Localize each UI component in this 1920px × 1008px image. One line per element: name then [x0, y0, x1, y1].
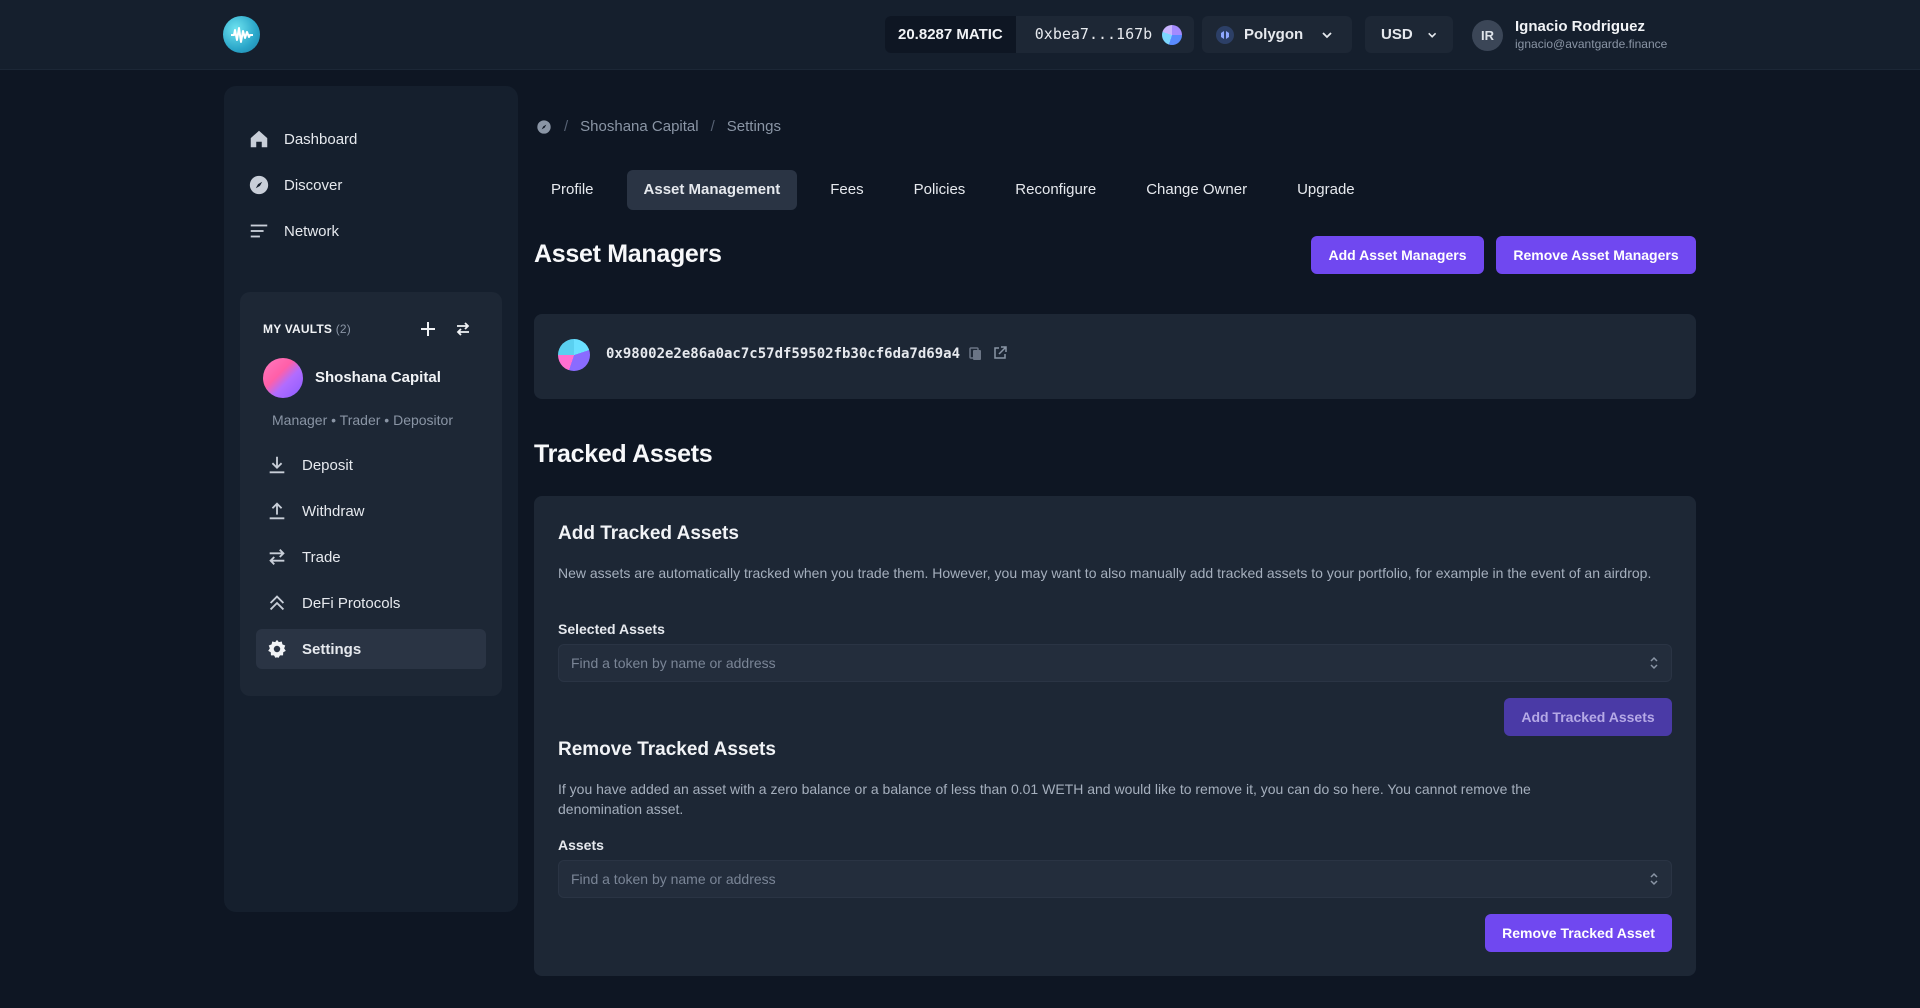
remove-tracked-asset-button[interactable]: Remove Tracked Asset: [1485, 914, 1672, 952]
tab-profile[interactable]: Profile: [534, 170, 611, 210]
nav-label: Dashboard: [284, 130, 358, 148]
nav-item-discover[interactable]: Discover: [248, 165, 488, 205]
vaults-title: MY VAULTS: [263, 322, 333, 336]
assets-select[interactable]: [558, 860, 1672, 898]
currency-label: USD: [1381, 26, 1413, 43]
selected-assets-label: Selected Assets: [558, 621, 665, 637]
download-icon: [269, 456, 285, 474]
tab-upgrade[interactable]: Upgrade: [1280, 170, 1372, 210]
compass-icon: [249, 175, 269, 195]
tracked-assets-card: Add Tracked Assets New assets are automa…: [534, 496, 1696, 976]
chevron-down-icon: [1427, 32, 1436, 38]
tab-reconfigure[interactable]: Reconfigure: [998, 170, 1113, 210]
add-asset-managers-button[interactable]: Add Asset Managers: [1311, 236, 1484, 274]
logo-wave-icon: [230, 26, 253, 43]
nav-item-dashboard[interactable]: Dashboard: [248, 119, 488, 159]
network-label: Polygon: [1244, 26, 1304, 43]
add-tracked-assets-button[interactable]: Add Tracked Assets: [1504, 698, 1672, 736]
wallet-identicon-icon: [1162, 24, 1183, 45]
chevron-down-icon: [1322, 31, 1332, 38]
vault-item-settings[interactable]: Settings: [256, 629, 486, 669]
network-select[interactable]: Polygon: [1202, 16, 1352, 53]
user-email: ignacio@avantgarde.finance: [1515, 37, 1668, 51]
polygon-icon: [1216, 25, 1234, 44]
vault-item-deposit[interactable]: Deposit: [256, 445, 486, 485]
chevron-updown-icon: [1650, 872, 1658, 886]
breadcrumb-separator: /: [564, 118, 569, 135]
vault-item-label: Deposit: [302, 456, 353, 474]
vault-roles: Manager • Trader • Depositor: [272, 412, 453, 428]
breadcrumb-separator: /: [710, 118, 715, 135]
asset-manager-card: 0x98002e2e86a0ac7c57df59502fb30cf6da7d69…: [534, 314, 1696, 399]
copy-icon[interactable]: [968, 346, 984, 362]
vault-item-trade[interactable]: Trade: [256, 537, 486, 577]
user-avatar: IR: [1472, 19, 1503, 51]
top-bar: 20.8287 MATIC 0xbea7...167b Polygon USD …: [0, 0, 1920, 70]
app-logo[interactable]: [223, 16, 260, 53]
add-tracked-assets-description: New assets are automatically tracked whe…: [558, 565, 1652, 581]
tab-asset-management[interactable]: Asset Management: [626, 170, 798, 210]
nav-label: Network: [284, 222, 340, 240]
assets-input[interactable]: [571, 871, 1571, 887]
wallet-address[interactable]: 0xbea7...167b: [1016, 16, 1194, 53]
chevrons-up-icon: [269, 595, 285, 611]
gear-icon: [268, 639, 286, 658]
tracked-assets-title: Tracked Assets: [534, 440, 713, 468]
manager-identicon-icon: [558, 339, 590, 371]
add-vault-icon[interactable]: [419, 320, 437, 338]
home-icon: [250, 130, 268, 148]
tab-policies[interactable]: Policies: [897, 170, 983, 210]
user-menu[interactable]: IR Ignacio Rodriguez ignacio@avantgarde.…: [1472, 18, 1667, 52]
vaults-header: MY VAULTS (2): [263, 322, 351, 336]
manager-address: 0x98002e2e86a0ac7c57df59502fb30cf6da7d69…: [606, 346, 961, 362]
wallet-balance: 20.8287 MATIC: [885, 16, 1016, 53]
remove-tracked-assets-description: If you have added an asset with a zero b…: [558, 781, 1531, 817]
vault-item-label: Settings: [302, 640, 362, 658]
breadcrumb-page: Settings: [726, 118, 781, 135]
nav-label: Discover: [284, 176, 343, 194]
swap-icon: [269, 549, 285, 565]
breadcrumb-vault[interactable]: Shoshana Capital: [580, 118, 698, 135]
vaults-count: (2): [335, 322, 351, 336]
chevron-updown-icon: [1650, 656, 1658, 670]
add-tracked-assets-title: Add Tracked Assets: [558, 523, 739, 544]
remove-tracked-assets-title: Remove Tracked Assets: [558, 739, 776, 760]
upload-icon: [269, 502, 285, 520]
selected-assets-input[interactable]: [571, 655, 1571, 671]
selected-assets-select[interactable]: [558, 644, 1672, 682]
tab-change-owner[interactable]: Change Owner: [1129, 170, 1264, 210]
switch-vault-icon[interactable]: [454, 320, 472, 338]
compass-icon[interactable]: [536, 119, 552, 135]
vault-item-withdraw[interactable]: Withdraw: [256, 491, 486, 531]
vault-name[interactable]: Shoshana Capital: [315, 369, 441, 386]
remove-asset-managers-button[interactable]: Remove Asset Managers: [1496, 236, 1696, 274]
assets-label: Assets: [558, 837, 604, 853]
wallet-address-text: 0xbea7...167b: [1034, 25, 1153, 43]
external-link-icon[interactable]: [992, 345, 1008, 361]
vault-avatar: [263, 358, 303, 398]
user-name: Ignacio Rodriguez: [1515, 18, 1646, 35]
vault-item-defi-protocols[interactable]: DeFi Protocols: [256, 583, 486, 623]
asset-managers-title: Asset Managers: [534, 240, 722, 268]
currency-select[interactable]: USD: [1365, 16, 1453, 53]
sidebar: Dashboard Discover Network MY VAULTS (2)…: [224, 86, 518, 912]
list-icon: [250, 224, 268, 238]
breadcrumb: / Shoshana Capital / Settings: [536, 118, 781, 135]
wallet-info[interactable]: 20.8287 MATIC 0xbea7...167b: [885, 16, 1195, 53]
vault-item-label: DeFi Protocols: [302, 594, 401, 612]
vault-item-label: Trade: [302, 548, 341, 566]
nav-item-network[interactable]: Network: [248, 211, 488, 251]
tab-fees[interactable]: Fees: [813, 170, 880, 210]
my-vaults-panel: MY VAULTS (2) Shoshana Capital Manager •…: [240, 292, 502, 696]
settings-tabs: Profile Asset Management Fees Policies R…: [534, 170, 1388, 210]
vault-item-label: Withdraw: [302, 502, 365, 520]
